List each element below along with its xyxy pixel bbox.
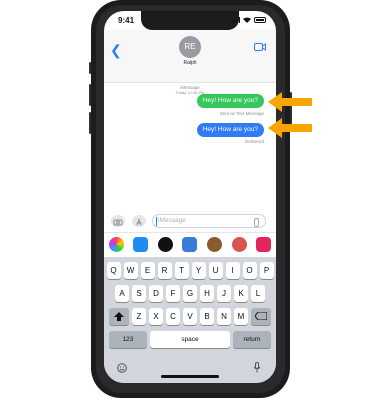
silent-switch [89,62,91,74]
delete-key[interactable] [251,308,271,325]
apple-cash-icon[interactable] [157,237,173,252]
wifi-icon [243,17,251,23]
key[interactable]: S [132,285,146,302]
arrow-indicator-icon [268,118,312,138]
key[interactable]: W [123,262,138,279]
emoji-icon[interactable] [117,363,127,373]
shift-key[interactable] [109,308,129,325]
keyboard-row-4: 123 space return [104,331,276,348]
app-store-icon[interactable] [133,237,149,252]
message-bubble-imessage[interactable]: Hey! How are you? [196,123,264,137]
delivered-status: Delivered [244,139,264,144]
home-indicator [161,375,219,378]
message-bubble-sms[interactable]: Hey! How are you? [196,94,264,108]
text-caret [156,217,157,226]
key[interactable]: F [166,285,180,302]
space-key[interactable]: space [150,331,230,348]
apps-button[interactable] [132,215,146,227]
photos-icon[interactable] [108,237,124,252]
key[interactable]: M [234,308,248,325]
key[interactable]: H [200,285,214,302]
message-input-placeholder: iMessage [158,217,186,224]
keyboard-row-3: Z X C V B N M [104,308,276,325]
send-status-note: Sent as Text Message [219,111,264,116]
screen: 9:41 ❮ RE Ralph iMessage Today 12:45 PM … [104,11,276,383]
key[interactable]: I [225,262,240,279]
key[interactable]: N [217,308,231,325]
keyboard-row-2: A S D F G H J K L [104,285,276,302]
shift-arrow-icon [114,312,124,321]
notch [141,11,239,30]
compose-bar: iMessage [104,212,276,232]
return-key[interactable]: return [233,331,271,348]
message-input[interactable]: iMessage [152,214,266,228]
video-camera-icon[interactable] [254,43,266,51]
key[interactable]: E [140,262,155,279]
battery-icon [254,17,266,23]
key[interactable]: C [166,308,180,325]
contact-avatar[interactable]: RE [179,36,201,58]
key[interactable]: Z [132,308,146,325]
sticker-icon[interactable] [207,237,223,252]
keyboard-row-1: Q W E R T Y U I O P [104,262,276,279]
key[interactable]: D [149,285,163,302]
key[interactable]: O [242,262,257,279]
key[interactable]: A [115,285,129,302]
key[interactable]: L [251,285,265,302]
numbers-key[interactable]: 123 [109,331,147,348]
microphone-icon[interactable] [254,218,259,227]
key[interactable]: R [157,262,172,279]
back-chevron-icon[interactable]: ❮ [110,42,122,59]
camera-button[interactable] [111,215,125,227]
key[interactable]: X [149,308,163,325]
volume-down-button [89,112,91,134]
signal-icon [231,17,240,23]
status-time: 9:41 [118,16,135,25]
app-strip [104,232,276,256]
camera-icon [113,219,123,226]
arrow-indicator-icon [268,92,312,112]
key[interactable]: G [183,285,197,302]
key[interactable]: J [217,285,231,302]
conversation-header: ❮ RE Ralph [104,30,276,83]
key[interactable]: P [259,262,274,279]
key[interactable]: U [208,262,223,279]
search-icon[interactable] [256,237,272,252]
key[interactable]: Q [106,262,121,279]
keyboard: Q W E R T Y U I O P A S D F G H J K L Z [104,257,276,383]
app-store-icon [136,218,142,226]
key[interactable]: T [174,262,189,279]
key[interactable]: B [200,308,214,325]
key[interactable]: K [234,285,248,302]
backspace-icon [254,311,268,321]
contact-name[interactable]: Ralph [104,60,276,66]
memoji-icon[interactable] [182,237,198,252]
status-icons [231,17,266,23]
key[interactable]: V [183,308,197,325]
volume-up-button [89,84,91,106]
key[interactable]: Y [191,262,206,279]
game-icon[interactable] [231,237,247,252]
dictation-mic-icon[interactable] [253,362,261,373]
